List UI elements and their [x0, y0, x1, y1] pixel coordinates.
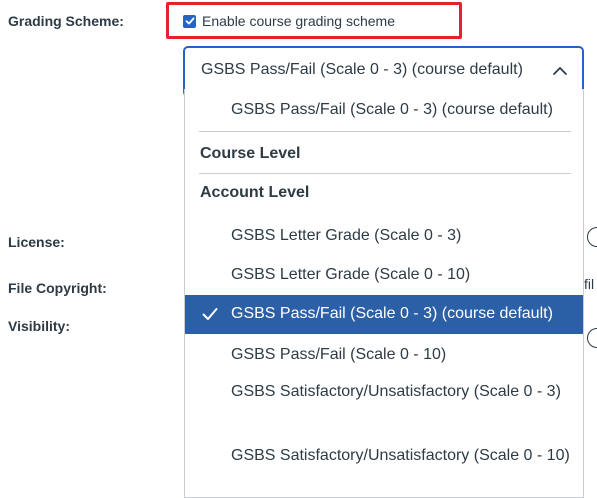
info-circle-icon[interactable] — [587, 227, 597, 247]
dropdown-divider — [199, 173, 571, 174]
dropdown-option[interactable]: GSBS Letter Grade (Scale 0 - 3) — [185, 215, 583, 255]
dropdown-option[interactable]: GSBS Satisfactory/Unsatisfactory (Scale … — [185, 374, 583, 432]
dropdown-option-label[interactable]: GSBS Pass/Fail (Scale 0 - 3) (course def… — [231, 303, 553, 325]
dropdown-option[interactable]: GSBS Letter Grade (Scale 0 - 10) — [185, 255, 583, 295]
chevron-up-icon[interactable] — [552, 65, 568, 77]
dropdown-option-label[interactable]: GSBS Pass/Fail (Scale 0 - 3) (course def… — [231, 99, 553, 121]
checkmark-icon — [202, 308, 218, 320]
dropdown-option[interactable]: GSBS Satisfactory/Unsatisfactory (Scale … — [185, 433, 583, 497]
file-copyright-label: File Copyright: — [8, 280, 107, 296]
checkbox-checked-icon[interactable] — [183, 14, 196, 28]
enable-grading-scheme-checkbox[interactable]: Enable course grading scheme — [183, 12, 395, 30]
dropdown-option-label[interactable]: GSBS Pass/Fail (Scale 0 - 10) — [231, 344, 446, 366]
course-level-header: Course Level — [200, 145, 301, 162]
dropdown-divider — [199, 131, 571, 132]
partial-text: fil — [584, 276, 595, 292]
dropdown-option-current[interactable]: GSBS Pass/Fail (Scale 0 - 3) (course def… — [185, 89, 583, 125]
dropdown-option-label[interactable]: GSBS Satisfactory/Unsatisfactory (Scale … — [231, 445, 571, 467]
dropdown-option-selected[interactable]: GSBS Pass/Fail (Scale 0 - 3) (course def… — [185, 295, 583, 334]
account-level-header: Account Level — [200, 184, 310, 201]
grading-scheme-label: Grading Scheme: — [8, 13, 124, 29]
dropdown-option-label[interactable]: GSBS Letter Grade (Scale 0 - 10) — [231, 264, 470, 286]
info-circle-icon[interactable] — [587, 328, 597, 348]
dropdown-option[interactable]: GSBS Pass/Fail (Scale 0 - 10) — [185, 334, 583, 374]
visibility-label: Visibility: — [8, 318, 70, 334]
license-label: License: — [8, 234, 65, 250]
select-value[interactable]: GSBS Pass/Fail (Scale 0 - 3) (course def… — [201, 61, 523, 79]
enable-grading-scheme-label[interactable]: Enable course grading scheme — [202, 13, 395, 29]
dropdown-option-label[interactable]: GSBS Satisfactory/Unsatisfactory (Scale … — [231, 381, 571, 403]
dropdown-option-label[interactable]: GSBS Letter Grade (Scale 0 - 3) — [231, 225, 461, 247]
grading-scheme-dropdown: GSBS Pass/Fail (Scale 0 - 3) (course def… — [184, 89, 584, 498]
